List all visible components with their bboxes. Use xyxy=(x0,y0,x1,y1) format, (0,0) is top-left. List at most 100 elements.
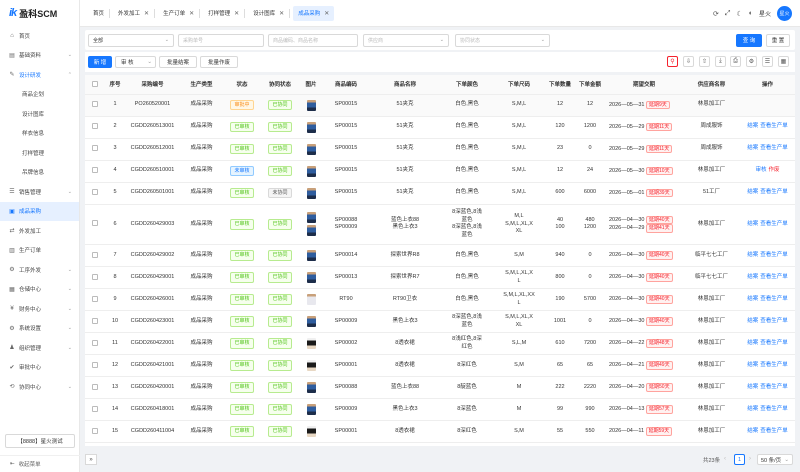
app-logo[interactable]: ik 盈科SCM xyxy=(0,0,79,26)
po-number-input[interactable]: 采购单号 xyxy=(178,33,264,47)
collab-status-select[interactable]: 协同状态 ⌄ xyxy=(455,33,550,47)
sidebar-item-9[interactable]: ▣ 成品采购 xyxy=(0,201,79,221)
user-name[interactable]: 星火 xyxy=(759,9,771,18)
sidebar-item-8[interactable]: ☰ 销售管理 ⌄ xyxy=(0,182,79,202)
action-link[interactable]: 结案 xyxy=(747,221,758,227)
grid-view-icon[interactable]: ▦ xyxy=(778,56,789,67)
product-thumbnail[interactable] xyxy=(306,360,316,371)
product-thumbnail[interactable] xyxy=(306,250,316,261)
close-icon[interactable]: ✕ xyxy=(279,10,284,17)
list-view-icon[interactable]: ☰ xyxy=(762,56,773,67)
supplier-select[interactable]: 供应商 ⌄ xyxy=(363,33,449,47)
product-thumbnail[interactable] xyxy=(306,187,316,199)
sidebar-item-14[interactable]: ¥ 财务中心 ⌄ xyxy=(0,299,79,319)
audit-dropdown[interactable]: 审 核 ⌄ xyxy=(115,56,156,68)
sidebar-item-3[interactable]: 商品企划 xyxy=(0,85,79,105)
action-link[interactable]: 结案 xyxy=(747,428,758,434)
action-link[interactable]: 查看生产单 xyxy=(760,362,788,368)
expand-panel-icon[interactable]: » xyxy=(85,454,97,465)
action-link[interactable]: 查看生产单 xyxy=(760,252,788,258)
close-icon[interactable]: ✕ xyxy=(324,10,329,17)
row-checkbox[interactable] xyxy=(92,251,98,258)
checkbox[interactable] xyxy=(92,81,98,88)
action-link[interactable]: 结案 xyxy=(747,252,758,258)
page-size-select[interactable]: 50 条/页 ⌄ xyxy=(757,454,793,465)
row-checkbox[interactable] xyxy=(92,295,98,302)
row-checkbox[interactable] xyxy=(92,405,98,412)
download-icon[interactable]: ⤓ xyxy=(715,56,726,67)
product-thumbnail[interactable] xyxy=(306,165,316,177)
tab-3[interactable]: 打样管理 ✕ xyxy=(203,6,244,21)
batch-close-button[interactable]: 批量结案 xyxy=(159,56,197,68)
product-thumbnail[interactable] xyxy=(306,143,316,155)
sidebar-item-10[interactable]: ⇄ 外发加工 xyxy=(0,221,79,241)
product-thumbnail[interactable] xyxy=(306,382,316,393)
filter-icon[interactable]: ⚲ xyxy=(667,56,678,67)
close-icon[interactable]: ✕ xyxy=(144,10,149,17)
action-link[interactable]: 结案 xyxy=(747,296,758,302)
avatar[interactable]: 星火 xyxy=(777,6,792,21)
action-link[interactable]: 作废 xyxy=(769,167,780,173)
action-link[interactable]: 查看生产单 xyxy=(760,428,788,434)
page-1[interactable]: 1 xyxy=(734,454,745,465)
action-link[interactable]: 查看生产单 xyxy=(760,406,788,412)
sidebar-item-13[interactable]: ▦ 仓储中心 ⌄ xyxy=(0,280,79,300)
product-thumbnail[interactable] xyxy=(306,404,316,415)
row-checkbox[interactable] xyxy=(92,145,98,152)
action-link[interactable]: 查看生产单 xyxy=(760,189,788,195)
fullscreen-icon[interactable]: ⤢ xyxy=(725,10,731,18)
product-thumbnail[interactable] xyxy=(306,338,316,349)
refresh-icon[interactable]: ⟳ xyxy=(713,10,719,18)
batch-void-button[interactable]: 批量作废 xyxy=(200,56,238,68)
prev-page-icon[interactable]: ‹ xyxy=(724,456,726,462)
sidebar-item-12[interactable]: ⚙ 工序外发 ⌄ xyxy=(0,260,79,280)
theme-toggle-icon[interactable]: ☾ xyxy=(736,10,742,18)
tab-5[interactable]: 成品采购 ✕ xyxy=(293,5,335,21)
row-checkbox[interactable] xyxy=(92,317,98,324)
row-checkbox[interactable] xyxy=(92,361,98,368)
action-link[interactable]: 查看生产单 xyxy=(760,318,788,324)
row-checkbox[interactable] xyxy=(92,427,98,434)
sidebar-item-0[interactable]: ⌂ 首页 xyxy=(0,26,79,46)
tenant-switch-button[interactable]: 【8888】星火测试 xyxy=(5,434,75,448)
action-link[interactable]: 查看生产单 xyxy=(760,221,788,227)
tab-1[interactable]: 外发加工 ✕ xyxy=(113,6,154,21)
action-link[interactable]: 查看生产单 xyxy=(760,384,788,390)
tab-2[interactable]: 生产订单 ✕ xyxy=(158,6,199,21)
action-link[interactable]: 结案 xyxy=(747,384,758,390)
row-checkbox[interactable] xyxy=(92,123,98,130)
row-checkbox[interactable] xyxy=(92,383,98,390)
action-link[interactable]: 结案 xyxy=(747,123,758,129)
tab-4[interactable]: 设计图库 ✕ xyxy=(248,6,289,21)
product-thumbnail[interactable] xyxy=(306,225,316,237)
sidebar-item-16[interactable]: ♟ 组织管理 ⌄ xyxy=(0,338,79,358)
select-all-checkbox[interactable] xyxy=(85,75,105,95)
row-checkbox[interactable] xyxy=(92,167,98,174)
sidebar-item-2[interactable]: ✎ 设计研发 ⌃ xyxy=(0,65,79,85)
sidebar-item-4[interactable]: 设计图库 xyxy=(0,104,79,124)
print-icon[interactable]: ⎙ xyxy=(730,56,741,67)
next-page-icon[interactable]: › xyxy=(749,456,751,462)
action-link[interactable]: 查看生产单 xyxy=(760,340,788,346)
action-link[interactable]: 查看生产单 xyxy=(760,274,788,280)
product-thumbnail[interactable] xyxy=(306,212,316,224)
sidebar-item-17[interactable]: ✔ 审批中心 xyxy=(0,358,79,378)
collapse-menu-button[interactable]: ⇤ 收起菜单 xyxy=(0,455,80,472)
product-thumbnail[interactable] xyxy=(306,99,316,111)
action-link[interactable]: 审核 xyxy=(755,167,766,173)
palette-icon[interactable]: ◐ xyxy=(749,10,753,17)
reset-button[interactable]: 重 置 xyxy=(766,33,790,47)
sidebar-item-1[interactable]: ▤ 基础资料 ⌄ xyxy=(0,46,79,66)
action-link[interactable]: 查看生产单 xyxy=(760,145,788,151)
search-button[interactable]: 查 询 xyxy=(736,33,762,47)
product-thumbnail[interactable] xyxy=(306,121,316,133)
product-thumbnail[interactable] xyxy=(306,426,316,437)
product-thumbnail[interactable] xyxy=(306,272,316,283)
row-checkbox[interactable] xyxy=(92,273,98,280)
sidebar-item-18[interactable]: ⟲ 协同中心 ⌄ xyxy=(0,377,79,397)
action-link[interactable]: 结案 xyxy=(747,145,758,151)
add-button[interactable]: 新 增 xyxy=(88,56,112,68)
import-icon[interactable]: ⇧ xyxy=(699,56,710,67)
row-checkbox[interactable] xyxy=(92,220,98,227)
close-icon[interactable]: ✕ xyxy=(189,10,194,17)
